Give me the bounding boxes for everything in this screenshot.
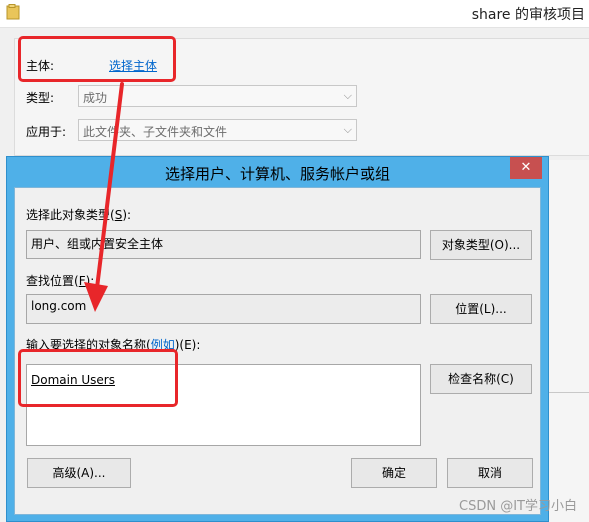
close-button[interactable]: ✕ xyxy=(510,157,542,179)
object-type-label: 选择此对象类型(S): xyxy=(26,208,132,222)
chevron-down-icon: ⌵ xyxy=(343,89,352,102)
applies-to-dropdown[interactable]: 此文件夹、子文件夹和文件 ⌵ xyxy=(78,119,357,141)
type-label: 类型: xyxy=(26,91,55,105)
advanced-button[interactable]: 高级(A)... xyxy=(27,458,131,488)
folder-icon xyxy=(6,4,20,20)
cancel-button[interactable]: 取消 xyxy=(447,458,533,488)
annotation-box-object-names xyxy=(18,349,178,407)
object-type-value: 用户、组或内置安全主体 xyxy=(31,237,164,251)
location-field: long.com xyxy=(26,294,421,324)
object-type-field: 用户、组或内置安全主体 xyxy=(26,230,421,259)
chevron-down-icon: ⌵ xyxy=(343,123,352,136)
applies-to-label: 应用于: xyxy=(26,125,67,139)
location-label: 查找位置(F): xyxy=(26,274,95,288)
object-types-button[interactable]: 对象类型(O)... xyxy=(430,230,532,260)
applies-to-dropdown-value: 此文件夹、子文件夹和文件 xyxy=(83,125,228,139)
dialog-title: 选择用户、计算机、服务帐户或组 xyxy=(164,165,390,183)
close-icon: ✕ xyxy=(520,160,532,175)
type-dropdown-value: 成功 xyxy=(83,91,108,105)
dialog-titlebar: 选择用户、计算机、服务帐户或组 ✕ xyxy=(7,157,548,187)
check-names-button[interactable]: 检查名称(C) xyxy=(430,364,532,394)
background-window-titlebar: share 的审核项目 xyxy=(0,0,589,28)
select-users-dialog: 选择用户、计算机、服务帐户或组 ✕ 选择此对象类型(S): 用户、组或内置安全主… xyxy=(6,156,549,522)
locations-button[interactable]: 位置(L)... xyxy=(430,294,532,324)
background-window-title: share 的审核项目 xyxy=(471,7,585,23)
location-value: long.com xyxy=(31,299,87,313)
ok-button[interactable]: 确定 xyxy=(351,458,437,488)
type-dropdown[interactable]: 成功 ⌵ xyxy=(78,85,357,107)
background-window-right-strip xyxy=(548,160,589,522)
watermark: CSDN @IT学习小白 xyxy=(459,499,577,514)
divider xyxy=(548,392,589,393)
annotation-box-principal xyxy=(18,36,176,82)
